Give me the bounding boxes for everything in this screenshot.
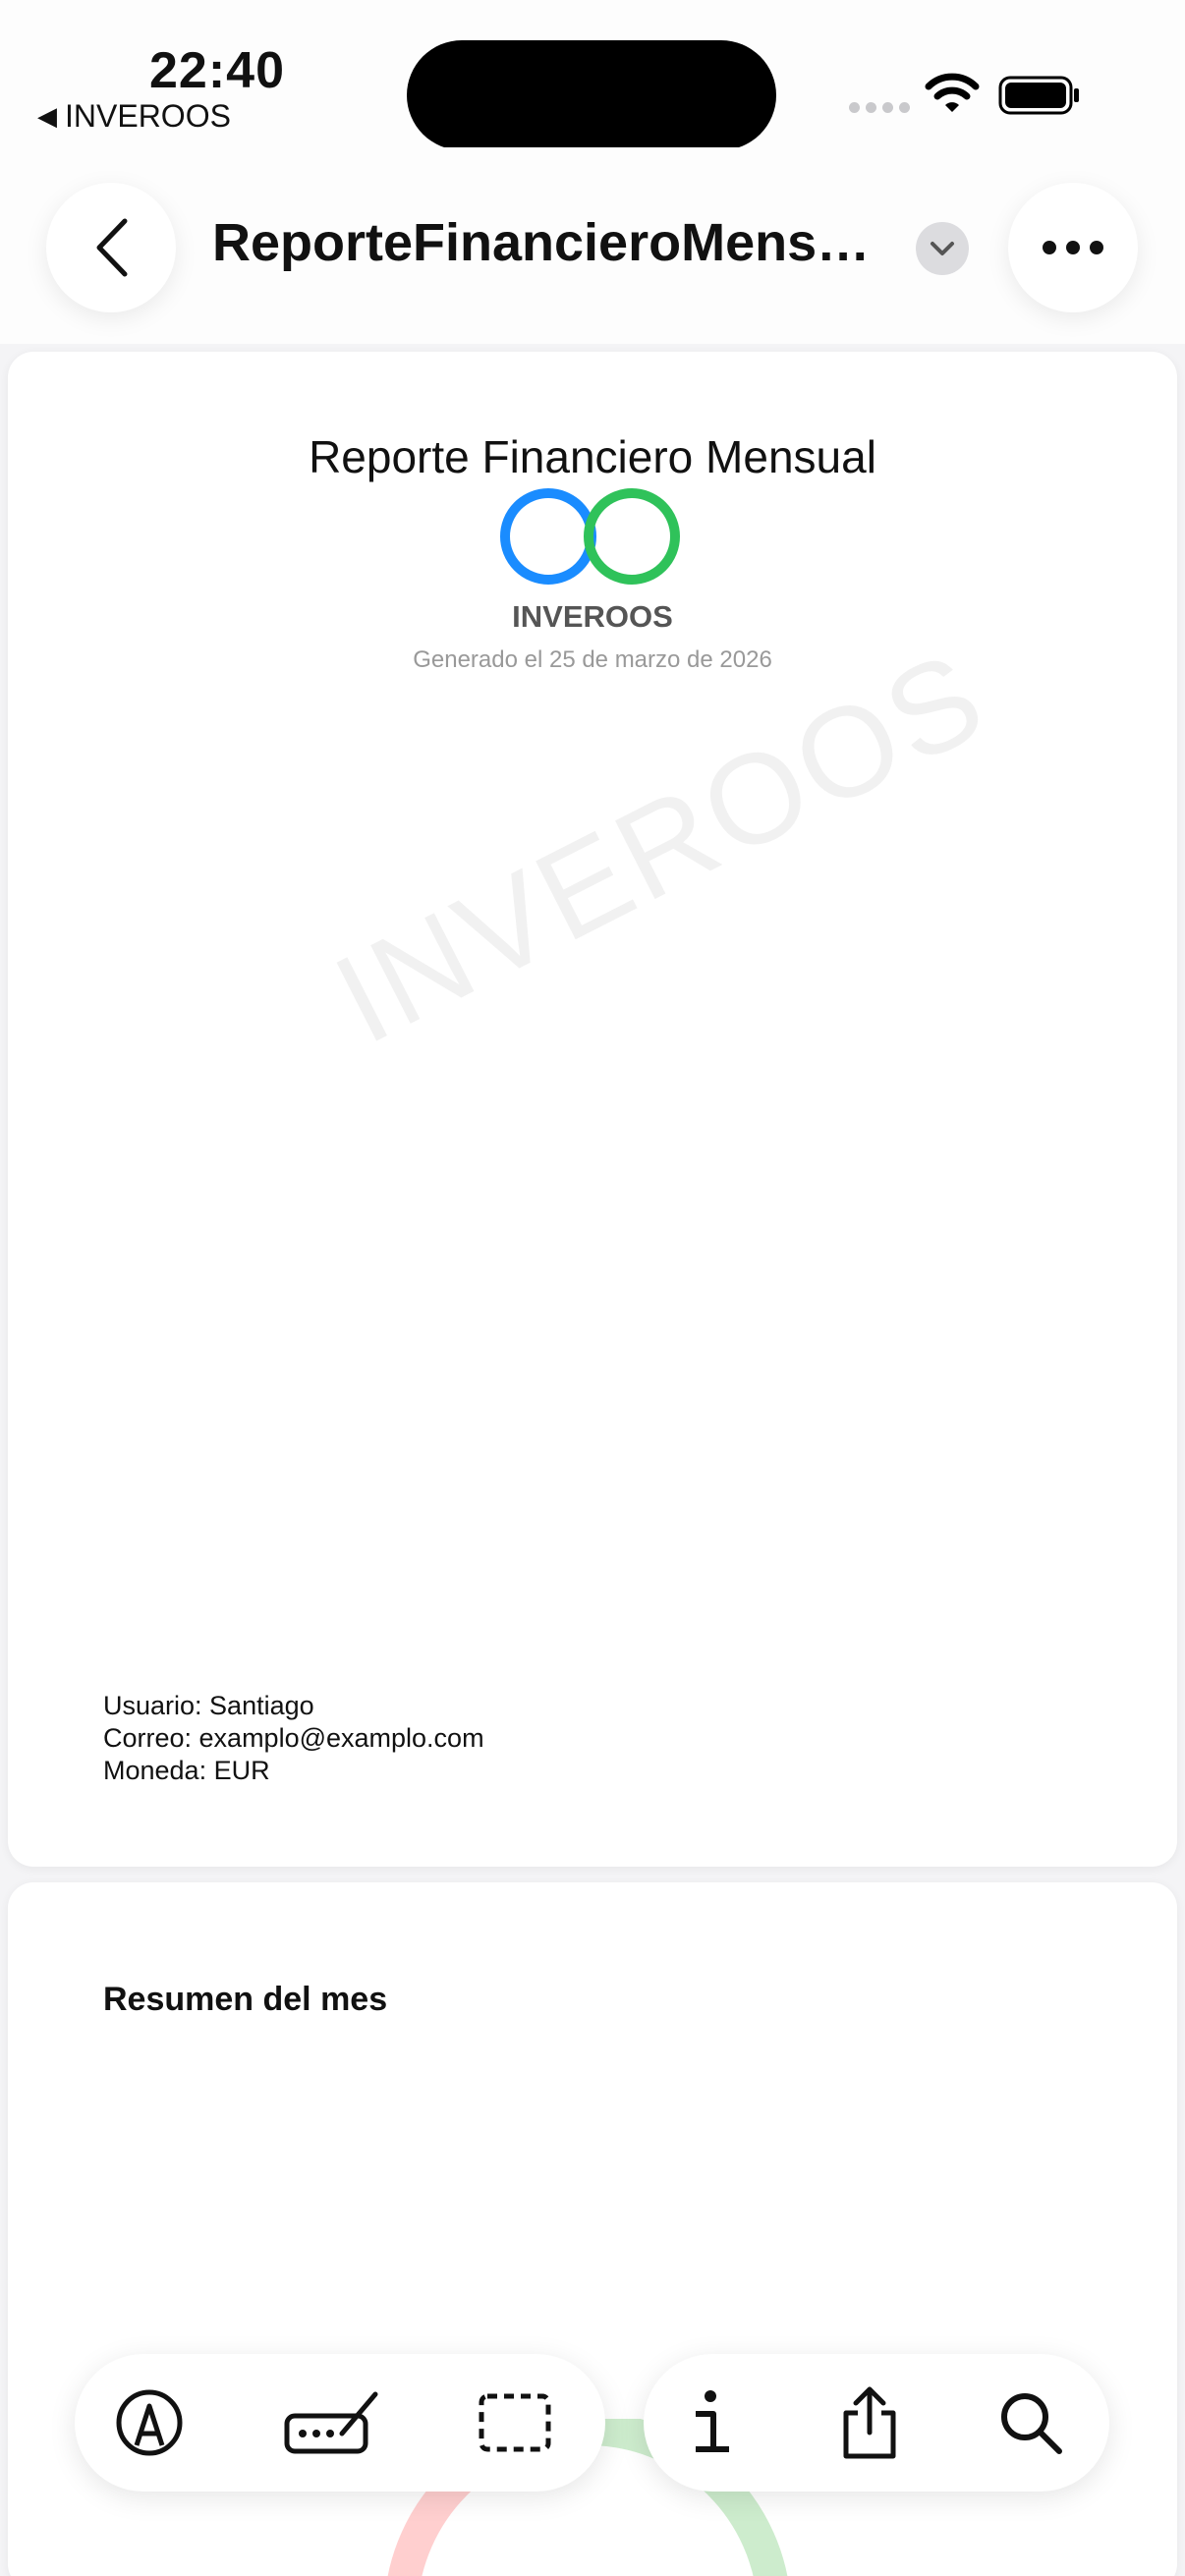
section-title: Resumen del mes <box>103 1981 388 2018</box>
more-button[interactable] <box>1008 183 1138 312</box>
brand-name: INVEROOS <box>512 599 673 634</box>
share-button[interactable] <box>832 2385 907 2460</box>
cellular-dots-icon <box>849 102 910 113</box>
generated-date: Generado el 25 de marzo de 2026 <box>413 646 772 673</box>
info-button[interactable] <box>673 2385 748 2460</box>
signature-button[interactable] <box>283 2385 381 2460</box>
report-title: Reporte Financiero Mensual <box>309 431 876 482</box>
back-triangle-icon: ◀ <box>37 101 57 131</box>
ellipsis-icon <box>1043 241 1103 254</box>
markup-toolbar <box>75 2354 605 2492</box>
search-button[interactable] <box>993 2385 1068 2460</box>
title-menu-button[interactable] <box>916 222 969 275</box>
document-title[interactable]: ReporteFinancieroMensual... <box>212 212 890 273</box>
document-nav-bar: ReporteFinancieroMensual... <box>0 147 1185 344</box>
share-icon <box>843 2386 896 2459</box>
user-name: Usuario: Santiago <box>103 1691 314 1720</box>
chevron-down-icon <box>931 242 954 255</box>
markup-button[interactable] <box>112 2385 187 2460</box>
user-info: Usuario: Santiago Correo: examplo@exampl… <box>103 1690 484 1787</box>
wifi-icon <box>925 73 980 112</box>
selection-button[interactable] <box>478 2385 552 2460</box>
search-icon <box>1001 2393 1062 2454</box>
markup-pen-icon <box>116 2389 183 2456</box>
watermark: INVEROOS <box>312 622 1008 1071</box>
dynamic-island <box>407 40 776 150</box>
pdf-page-1[interactable]: Reporte Financiero Mensual INVEROOS Gene… <box>8 352 1177 1867</box>
status-time: 22:40 <box>149 42 285 99</box>
signature-icon <box>284 2391 378 2454</box>
back-to-app-link[interactable]: ◀ INVEROOS <box>37 98 231 135</box>
user-email: Correo: examplo@examplo.com <box>103 1723 484 1753</box>
battery-icon <box>998 76 1079 115</box>
user-currency: Moneda: EUR <box>103 1756 270 1785</box>
back-button[interactable] <box>46 183 176 312</box>
status-bar: 22:40 ◀ INVEROOS <box>0 0 1185 150</box>
document-toolbar <box>644 2354 1109 2492</box>
selection-rect-icon <box>479 2393 551 2452</box>
inveroos-logo <box>500 488 680 585</box>
back-to-app-label: INVEROOS <box>65 98 231 134</box>
info-icon <box>696 2390 729 2452</box>
chevron-left-icon <box>96 218 128 277</box>
